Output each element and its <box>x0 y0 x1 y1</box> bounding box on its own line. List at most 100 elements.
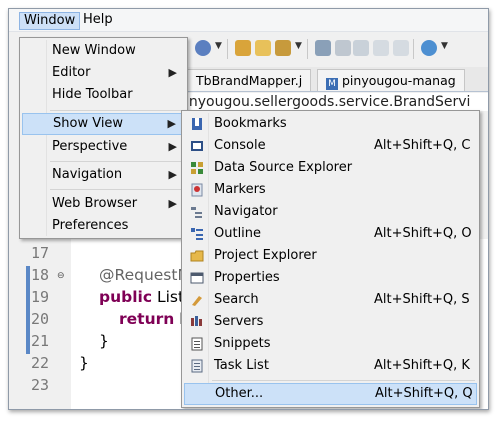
globe-icon[interactable] <box>421 40 437 56</box>
outline-icon <box>191 228 203 240</box>
line-number: 17 <box>31 244 50 262</box>
chevron-down-icon[interactable]: ▼ <box>295 41 302 51</box>
chevron-down-icon[interactable]: ▼ <box>441 41 448 51</box>
line-number: 22 <box>31 354 50 372</box>
tab-pinyougou-manager[interactable]: Mpinyougou-manag <box>317 69 465 91</box>
line-number: 23 <box>31 376 50 394</box>
keyword: public <box>99 288 153 306</box>
edit-icon[interactable] <box>335 40 351 56</box>
project-explorer-icon <box>190 250 204 262</box>
menu-separator <box>212 380 475 381</box>
document-icon[interactable] <box>373 40 389 56</box>
toolbar-separator <box>307 39 308 59</box>
menu-item-label: Preferences <box>52 218 129 233</box>
code-line-22: } <box>79 354 89 372</box>
menu-item-label: Console <box>214 138 266 153</box>
run-icon[interactable] <box>275 40 291 56</box>
page-icon[interactable] <box>393 40 409 56</box>
menu-item-bookmarks[interactable]: Bookmarks <box>184 113 477 135</box>
forward-icon[interactable] <box>353 40 369 56</box>
menu-item-properties[interactable]: Properties <box>184 267 477 289</box>
menu-item-label: Hide Toolbar <box>52 87 133 102</box>
navigator-icon <box>191 207 202 218</box>
properties-icon <box>190 272 204 284</box>
menu-item-label: Markers <box>214 182 266 197</box>
menu-item-preferences[interactable]: Preferences <box>22 215 185 237</box>
line-number-gutter: 17 18 19 20 21 22 23 ⊖ <box>9 239 71 409</box>
menu-item-label: Snippets <box>214 336 271 351</box>
snippets-icon <box>191 337 203 351</box>
menu-item-search[interactable]: Search Alt+Shift+Q, S <box>184 289 477 311</box>
search-icon <box>192 296 202 306</box>
menu-item-other[interactable]: Other... Alt+Shift+Q, Q <box>184 383 477 405</box>
menu-separator <box>50 110 183 111</box>
menu-item-console[interactable]: Console Alt+Shift+Q, C <box>184 135 477 157</box>
window-menu-dropdown: New Window Editor ▶ Hide Toolbar Show Vie… <box>19 37 188 239</box>
toolbar-separator <box>413 39 414 59</box>
menu-item-label: Properties <box>214 270 280 285</box>
window-menu[interactable]: Window <box>19 12 81 30</box>
open-project-icon[interactable] <box>235 40 251 56</box>
submenu-arrow-icon: ▶ <box>167 117 176 130</box>
menu-item-navigator[interactable]: Navigator <box>184 201 477 223</box>
menu-item-servers[interactable]: Servers <box>184 311 477 333</box>
line-number: 19 <box>31 288 50 306</box>
shortcut-label: Alt+Shift+Q, C <box>374 138 471 153</box>
data-source-icon <box>191 162 203 174</box>
menu-item-label: Search <box>214 292 259 307</box>
menu-item-web-browser[interactable]: Web Browser ▶ <box>22 193 185 215</box>
help-menu[interactable]: Help <box>79 12 117 28</box>
submenu-arrow-icon: ▶ <box>168 66 177 79</box>
task-list-icon <box>191 359 203 373</box>
menu-item-navigation[interactable]: Navigation ▶ <box>22 164 185 186</box>
menu-item-project-explorer[interactable]: Project Explorer <box>184 245 477 267</box>
menu-item-snippets[interactable]: Snippets <box>184 333 477 355</box>
show-view-submenu: Bookmarks Console Alt+Shift+Q, C Data So… <box>181 110 480 408</box>
menu-item-task-list[interactable]: Task List Alt+Shift+Q, K <box>184 355 477 377</box>
bookmarks-icon <box>192 118 202 130</box>
servers-icon <box>191 316 202 326</box>
line-number: 21 <box>31 332 50 350</box>
chevron-down-icon[interactable]: ▼ <box>215 41 222 51</box>
change-marker <box>26 266 30 354</box>
markers-icon <box>191 183 203 197</box>
menu-item-outline[interactable]: Outline Alt+Shift+Q, O <box>184 223 477 245</box>
menu-item-label: Servers <box>214 314 264 329</box>
shortcut-label: Alt+Shift+Q, Q <box>375 386 473 401</box>
tab-label: TbBrandMapper.j <box>196 73 303 88</box>
menu-item-editor[interactable]: Editor ▶ <box>22 62 185 84</box>
submenu-arrow-icon: ▶ <box>168 140 177 153</box>
menu-item-label: Data Source Explorer <box>214 160 353 175</box>
editor-tabs: TbBrandMapper.j Mpinyougou-manag <box>185 67 488 92</box>
menu-item-label: Navigation <box>52 167 123 182</box>
menu-item-label: Outline <box>214 226 262 241</box>
menu-item-label: Task List <box>214 358 269 373</box>
new-server-icon[interactable] <box>195 40 211 56</box>
menu-item-hide-toolbar[interactable]: Hide Toolbar <box>22 84 185 106</box>
menu-item-label: Other... <box>215 386 264 401</box>
submenu-arrow-icon: ▶ <box>168 197 177 210</box>
menu-item-perspective[interactable]: Perspective ▶ <box>22 136 185 158</box>
toolbar: ▼ ▼ ▼ <box>185 35 488 63</box>
code-line-21: } <box>99 332 109 350</box>
menu-separator <box>50 189 183 190</box>
menu-separator <box>50 161 183 162</box>
tab-tbbrandmapper[interactable]: TbBrandMapper.j <box>187 69 312 91</box>
menu-item-data-source-explorer[interactable]: Data Source Explorer <box>184 157 477 179</box>
menu-item-markers[interactable]: Markers <box>184 179 477 201</box>
line-number: 20 <box>31 310 50 328</box>
line-number: 18 <box>31 266 50 284</box>
tab-label: pinyougou-manag <box>342 73 456 88</box>
open-folder-icon[interactable] <box>255 40 271 56</box>
pin-icon[interactable] <box>315 40 331 56</box>
fold-icon[interactable]: ⊖ <box>57 271 65 281</box>
menu-item-label: New Window <box>52 43 136 58</box>
toolbar-separator <box>227 39 228 59</box>
shortcut-label: Alt+Shift+Q, O <box>374 226 472 241</box>
menu-item-label: Project Explorer <box>214 248 317 263</box>
menu-item-show-view[interactable]: Show View ▶ <box>22 113 185 135</box>
shortcut-label: Alt+Shift+Q, K <box>374 358 470 373</box>
menu-item-label: Navigator <box>214 204 278 219</box>
menu-item-new-window[interactable]: New Window <box>22 40 185 62</box>
menu-item-label: Perspective <box>52 139 128 154</box>
